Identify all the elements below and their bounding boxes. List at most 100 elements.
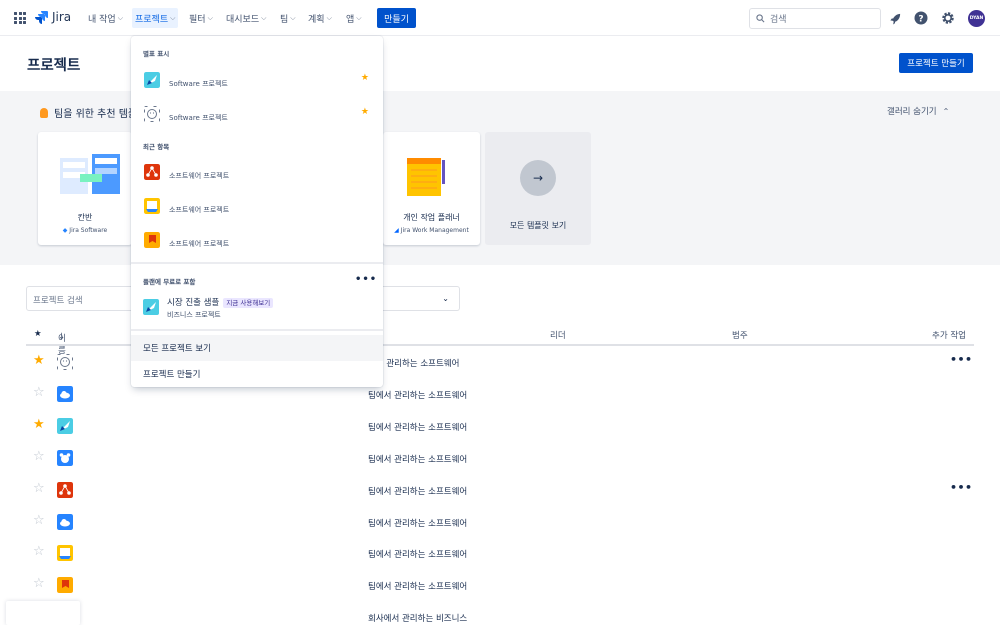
project-type: 팀에서 관리하는 소프트웨어 [368, 391, 468, 401]
template-card-kanban[interactable]: 칸반 ◆ Jira Software [38, 132, 132, 245]
feedback-widget [6, 601, 80, 625]
create-project-link[interactable]: 프로젝트 만들기 [131, 361, 383, 387]
view-all-projects-link[interactable]: 모든 프로젝트 보기 [131, 335, 383, 361]
boat-icon [57, 545, 73, 561]
notifications-rocket-icon[interactable] [887, 10, 903, 26]
dropdown-item-label: 소프트웨어 프로젝트 [169, 240, 230, 248]
project-type: 팀에서 관리하는 소프트웨어 [368, 455, 468, 465]
table-row[interactable]: ☆ 팀에서 관리하는 소프트웨어 [26, 569, 974, 601]
project-type: 팀에서 관리하는 소프트웨어 [368, 487, 468, 497]
template-gallery-heading: 팀을 위한 추천 템플 [40, 105, 137, 120]
dropdown-item-label: Software 프로젝트 [169, 80, 228, 88]
projects-dropdown-menu: 별표 표시 Software 프로젝트 ★ Software 프로젝트 ★ 최근… [131, 36, 383, 387]
table-row[interactable]: ☆ 팀에서 관리하는 소프트웨어 ••• [26, 474, 974, 506]
nav-dashboards[interactable]: 대시보드 ⌵ [226, 11, 266, 25]
all-templates-card[interactable]: → 모든 템플릿 보기 [485, 132, 591, 245]
cloud-icon [57, 386, 73, 402]
create-button[interactable]: 만들기 [377, 8, 416, 28]
star-outline-icon[interactable]: ☆ [33, 577, 45, 590]
project-type: 팀에서 관리하는 소프트웨어 [368, 582, 468, 592]
star-outline-icon[interactable]: ☆ [33, 482, 45, 495]
nav-plans[interactable]: 계획 ⌵ [308, 11, 332, 25]
star-outline-icon[interactable]: ☆ [33, 545, 45, 558]
star-outline-icon[interactable]: ☆ [33, 386, 45, 399]
dropdown-starred-project[interactable]: Software 프로젝트 ★ [131, 103, 383, 131]
star-icon[interactable]: ★ [361, 107, 369, 117]
chevron-down-icon: ⌵ [326, 13, 332, 22]
top-navigation: Jira 내 작업 ⌵ 프로젝트 ⌵ 필터 ⌵ 대시보드 ⌵ 팀 ⌵ 계획 ⌵ 앱 ⌵ 만들기… [0, 0, 1000, 36]
hide-gallery-button[interactable]: 갤러리 숨기기 ⌃ [887, 105, 950, 118]
dropdown-recent-project[interactable]: 소프트웨어 프로젝트 [131, 195, 383, 223]
star-column-icon: ★ [34, 329, 42, 339]
plan-item-title: 시장 진출 샘플 [167, 298, 220, 308]
table-row[interactable]: ☆ 팀에서 관리하는 소프트웨어 [26, 442, 974, 474]
rocket-icon [57, 418, 73, 434]
nav-label: 대시보드 [226, 14, 260, 25]
table-row[interactable]: ★ 팀에서 관리하는 소프트웨어 [26, 410, 974, 442]
page-title: 프로젝트 [27, 58, 81, 74]
star-icon[interactable]: ★ [33, 418, 45, 431]
table-row[interactable]: ☆ 팀에서 관리하는 소프트웨어 [26, 506, 974, 538]
dropdown-recent-project[interactable]: 소프트웨어 프로젝트 [131, 161, 383, 189]
search-input[interactable]: 검색 [749, 8, 881, 29]
settings-gear-icon[interactable] [940, 10, 956, 26]
all-templates-label: 모든 템플릿 보기 [509, 221, 567, 230]
nav-label: 팀 [280, 14, 289, 25]
create-project-button[interactable]: 프로젝트 만들기 [899, 53, 973, 73]
boat-icon [144, 198, 160, 214]
help-icon[interactable]: ? [913, 10, 929, 26]
project-type: 회사에서 관리하는 비즈니스 [368, 614, 468, 624]
chevron-down-icon: ⌵ [117, 13, 124, 22]
app-switcher-icon[interactable] [14, 12, 26, 24]
more-actions-icon[interactable]: ••• [950, 481, 973, 494]
rocket-icon [143, 299, 159, 315]
logo-text: Jira [52, 10, 72, 24]
template-card-personal-planner[interactable]: 개인 작업 플래너 ◢ Jira Work Management [383, 132, 480, 245]
plan-item-subtitle: 비즈니스 프로젝트 [167, 311, 221, 319]
chevron-down-icon: ⌵ [207, 13, 213, 22]
template-name: 개인 작업 플래너 [403, 213, 460, 222]
nav-apps[interactable]: 앱 ⌵ [346, 11, 362, 25]
star-outline-icon[interactable]: ☆ [33, 450, 45, 463]
dropdown-recent-project[interactable]: 소프트웨어 프로젝트 [131, 229, 383, 257]
dropdown-starred-project[interactable]: Software 프로젝트 ★ [131, 69, 383, 97]
dropdown-divider [131, 329, 383, 331]
rocket-icon [144, 72, 160, 88]
star-icon[interactable]: ★ [33, 354, 45, 367]
plan-heading: 플랜에 무료로 포함 [143, 278, 196, 286]
star-icon[interactable]: ★ [361, 73, 369, 83]
nav-label: 필터 [189, 14, 206, 25]
recent-heading: 최근 항목 [143, 143, 170, 151]
nav-my-work[interactable]: 내 작업 ⌵ [88, 11, 123, 25]
project-search-input[interactable]: 프로젝트 검색 [26, 286, 136, 311]
star-outline-icon[interactable]: ☆ [33, 514, 45, 527]
search-placeholder: 검색 [770, 15, 787, 25]
template-heading-text: 팀을 위한 추천 템플 [54, 109, 138, 120]
template-name: 칸반 [77, 213, 93, 222]
avatar[interactable]: DYAN [968, 10, 985, 27]
try-now-badge: 지금 사용해보기 [223, 298, 274, 308]
dropdown-item-label: Software 프로젝트 [169, 114, 228, 122]
nav-filters[interactable]: 필터 ⌵ [189, 11, 213, 25]
jira-logo[interactable]: Jira [34, 10, 71, 24]
nav-label: 프로젝트 [135, 14, 169, 25]
nav-projects[interactable]: 프로젝트 ⌵ [132, 8, 179, 28]
flag-icon [144, 232, 160, 248]
chevron-up-icon: ⌃ [942, 106, 950, 116]
template-product: ◆ Jira Software [62, 227, 108, 234]
chevron-down-icon: ⌵ [170, 13, 176, 22]
flag-icon [57, 577, 73, 593]
network-icon [144, 164, 160, 180]
nav-label: 앱 [346, 14, 355, 25]
face-icon [57, 354, 73, 370]
lead-column-header: 리더 [550, 331, 566, 341]
more-actions-icon[interactable]: ••• [950, 353, 973, 366]
table-row[interactable]: 회사에서 관리하는 비즈니스 [26, 601, 974, 625]
lightbulb-icon [40, 107, 48, 118]
category-select[interactable]: ⌄ [380, 286, 460, 311]
more-options-icon[interactable]: ••• [355, 274, 377, 285]
table-row[interactable]: ☆ 팀에서 관리하는 소프트웨어 [26, 537, 974, 569]
kanban-illustration-icon [60, 154, 120, 194]
nav-label: 내 작업 [88, 14, 116, 25]
nav-teams[interactable]: 팀 ⌵ [280, 11, 296, 25]
